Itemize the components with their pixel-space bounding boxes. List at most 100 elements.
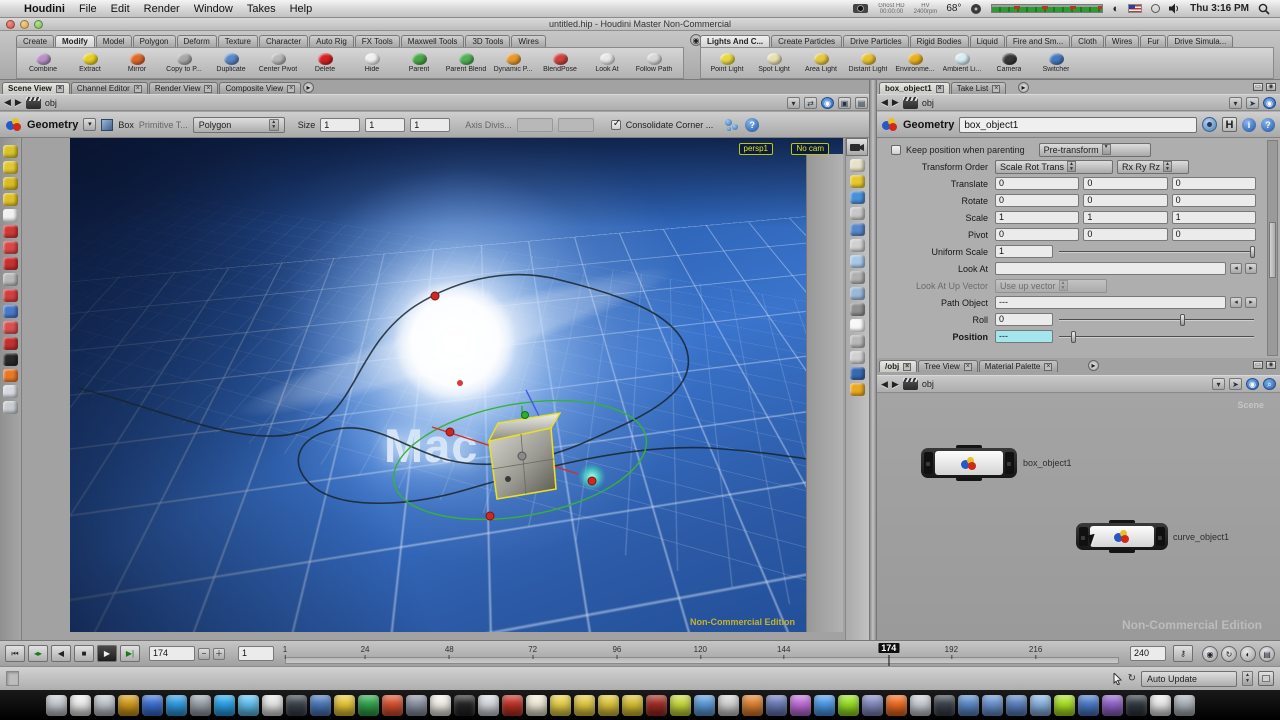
dock-app-icon[interactable] — [1126, 695, 1147, 716]
dock-app-icon[interactable] — [718, 695, 739, 716]
shelf-tab[interactable]: Wires — [511, 35, 545, 47]
update-mode-stepper[interactable]: ▲▼ — [1242, 671, 1253, 686]
pane-tab[interactable]: /obj × — [879, 360, 917, 372]
dock-app-icon[interactable] — [862, 695, 883, 716]
path-history-dropdown-icon[interactable]: ▾ — [1229, 97, 1242, 109]
pivot-x-field[interactable]: 0 — [995, 228, 1079, 241]
close-tab-icon[interactable]: × — [992, 85, 1000, 93]
display-options-icon[interactable]: ▤ — [855, 97, 868, 109]
window-title-bar[interactable]: untitled.hip - Houdini Master Non-Commer… — [0, 18, 1280, 31]
network-context-icon[interactable] — [903, 378, 918, 390]
dock-app-icon[interactable] — [262, 695, 283, 716]
menu-item[interactable]: Edit — [111, 3, 130, 15]
look-at-field[interactable] — [995, 262, 1226, 275]
dock-app-icon[interactable] — [574, 695, 595, 716]
op-menu-dropdown-icon[interactable]: ▾ — [83, 118, 96, 131]
pin-icon[interactable]: ➤ — [1229, 378, 1242, 390]
input-language-flag-icon[interactable] — [1128, 4, 1142, 13]
display-option-icon[interactable] — [850, 159, 865, 172]
path-object-field[interactable]: --- — [995, 296, 1226, 309]
dock-app-icon[interactable] — [1150, 695, 1171, 716]
dock-app-icon[interactable] — [886, 695, 907, 716]
dock-app-icon[interactable] — [310, 695, 331, 716]
tool-icon[interactable] — [3, 161, 18, 174]
play-reverse-button[interactable]: ◂▸ — [28, 645, 48, 662]
consolidate-checkbox[interactable] — [611, 120, 621, 130]
undo-redo-icon[interactable]: ⇄ — [804, 97, 817, 109]
shelf-tool[interactable]: Area Light — [798, 53, 844, 73]
dock-app-icon[interactable] — [142, 695, 163, 716]
shelf-tab[interactable]: Drive Particles — [843, 35, 909, 47]
tool-icon[interactable] — [3, 257, 18, 270]
dock-app-icon[interactable] — [358, 695, 379, 716]
tool-icon[interactable] — [3, 385, 18, 398]
tool-icon[interactable] — [3, 273, 18, 286]
network-editor[interactable]: Scene box_object1 curve_object1 Non-Comm… — [877, 394, 1280, 640]
pivot-z-field[interactable]: 0 — [1172, 228, 1256, 241]
forward-icon[interactable]: ▶ — [892, 379, 899, 390]
shelf-tool[interactable]: Copy to P... — [161, 53, 207, 73]
dock-app-icon[interactable] — [286, 695, 307, 716]
play-button[interactable]: ▶ — [97, 645, 117, 662]
display-option-icon[interactable] — [850, 175, 865, 188]
shelf-tab[interactable]: Liquid — [970, 35, 1005, 47]
cpu-meter[interactable] — [991, 4, 1103, 13]
playback-options-button[interactable]: ◉ — [1202, 646, 1218, 662]
points-icon[interactable] — [724, 118, 740, 132]
dock-app-icon[interactable] — [70, 695, 91, 716]
close-tab-icon[interactable]: × — [134, 85, 142, 93]
display-option-icon[interactable] — [850, 367, 865, 380]
shelf-tab[interactable]: FX Tools — [355, 35, 400, 47]
dock-app-icon[interactable] — [1054, 695, 1075, 716]
node-flag-icon[interactable] — [1156, 527, 1165, 546]
rewind-to-start-button[interactable]: ⏮ — [5, 645, 25, 662]
rotate-y-field[interactable]: 0 — [1083, 194, 1167, 207]
position-slider[interactable] — [1057, 330, 1256, 344]
network-context-icon[interactable] — [26, 97, 41, 109]
op-chooser-icon[interactable]: ▸ — [1245, 263, 1257, 274]
dock-app-icon[interactable] — [478, 695, 499, 716]
params-scrollbar[interactable] — [1267, 140, 1278, 356]
dock-app-icon[interactable] — [46, 695, 67, 716]
menu-bar-clock[interactable]: Thu 3:16 PM — [1190, 3, 1249, 14]
dock-app-icon[interactable] — [910, 695, 931, 716]
fan-menu-icon[interactable] — [970, 3, 982, 15]
spotlight-icon[interactable] — [1258, 3, 1270, 15]
add-pane-tab-button[interactable]: ▸ — [1088, 360, 1099, 371]
snapshot-icon[interactable]: ◉ — [821, 97, 834, 109]
node-flag-icon[interactable] — [924, 452, 933, 474]
close-tab-icon[interactable]: × — [936, 85, 944, 93]
tool-icon[interactable] — [3, 209, 18, 222]
dock-app-icon[interactable] — [766, 695, 787, 716]
dock-app-icon[interactable] — [958, 695, 979, 716]
dock-app-icon[interactable] — [382, 695, 403, 716]
shelf-tool[interactable]: Mirror — [114, 53, 160, 73]
menu-item[interactable]: Render — [144, 3, 180, 15]
roll-field[interactable]: 0 — [995, 313, 1053, 326]
display-option-icon[interactable] — [850, 383, 865, 396]
tool-icon[interactable] — [3, 353, 18, 366]
path-text[interactable]: obj — [45, 98, 57, 108]
pin-icon[interactable]: ➤ — [1246, 97, 1259, 109]
size-x-field[interactable]: 1 — [320, 118, 360, 132]
scale-x-field[interactable]: 1 — [995, 211, 1079, 224]
shelf-tab[interactable]: Auto Rig — [309, 35, 354, 47]
path-history-dropdown-icon[interactable]: ▾ — [787, 97, 800, 109]
shelf-tool[interactable]: Center Pivot — [255, 53, 301, 73]
node-gear-icon[interactable] — [1202, 117, 1217, 132]
pretransform-dropdown[interactable]: Pre-transform ▼ — [1039, 143, 1151, 157]
translate-x-field[interactable]: 0 — [995, 177, 1079, 190]
dock-app-icon[interactable] — [790, 695, 811, 716]
pane-divider[interactable] — [869, 80, 877, 640]
shelf-tab[interactable]: Lights And C... — [700, 35, 770, 47]
display-option-icon[interactable] — [850, 191, 865, 204]
pane-tab[interactable]: Tree View × — [918, 360, 978, 372]
link-icon[interactable]: ◉ — [1263, 97, 1276, 109]
screen-recorder-icon[interactable] — [853, 3, 869, 14]
dock-app-icon[interactable] — [238, 695, 259, 716]
node-name-field[interactable]: box_object1 — [959, 117, 1197, 133]
dock-app-icon[interactable] — [550, 695, 571, 716]
shelf-tab[interactable]: Model — [96, 35, 132, 47]
forward-icon[interactable]: ▶ — [892, 97, 899, 108]
dock-app-icon[interactable] — [334, 695, 355, 716]
